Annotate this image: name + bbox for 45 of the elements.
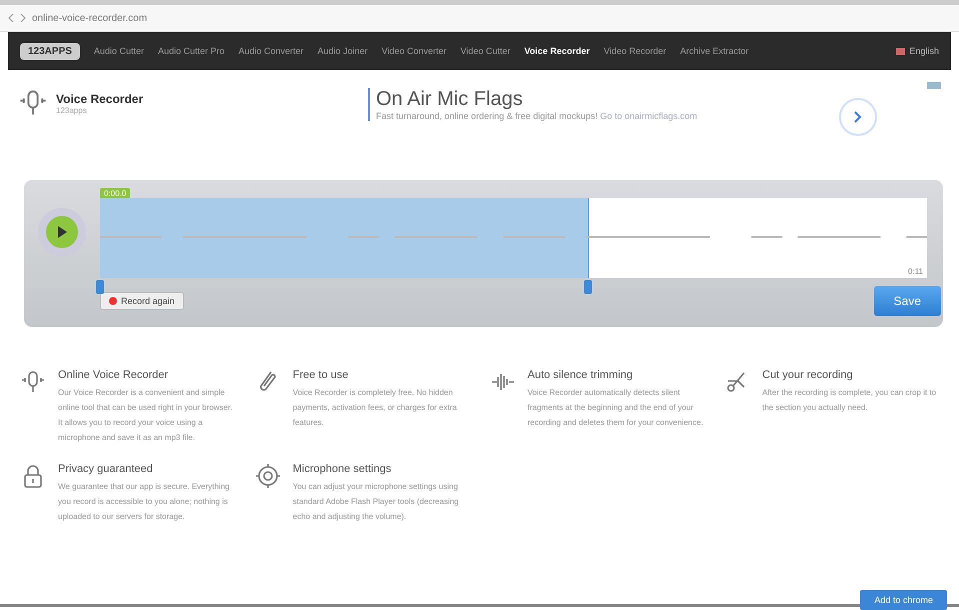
app-subtitle: 123apps	[56, 106, 88, 114]
ad-title[interactable]: On Air Mic Flags	[376, 88, 839, 111]
gear-icon	[254, 463, 281, 489]
duration-label: 0:11	[908, 267, 923, 276]
nav-link[interactable]: Voice Recorder	[524, 46, 590, 56]
feature-text: Our Voice Recorder is a convenient and simple online tool that can be used right in your browser. It allows you to record your voice using a microphone and save it as an mp3 file.	[58, 387, 234, 444]
url-field[interactable]: online-voice-recorder.com	[32, 12, 951, 24]
feature-title: Privacy guaranteed	[58, 463, 154, 475]
selection[interactable]	[100, 198, 589, 278]
chevron-icon	[854, 111, 862, 123]
nav-link[interactable]: Audio Cutter	[94, 46, 144, 56]
extension-button[interactable]: Add to chrome	[860, 590, 947, 610]
nav-link[interactable]: Video Cutter	[460, 46, 510, 56]
feature-text: Voice Recorder automatically detects silent fragments at the beginning and the end of your recording and deletes them for your convenience.	[528, 387, 704, 429]
position-label: 0:00.0	[100, 188, 130, 199]
save-button[interactable]: Save	[874, 286, 941, 316]
ad-text: Fast turnaround, online ordering & free digital mockups! Go to onairmicflags.com	[376, 111, 698, 121]
app-title: Voice Recorder	[56, 92, 144, 106]
feature-text: Voice Recorder is completely free. No hidden payments, activation fees, or charges for extra features.	[292, 387, 458, 429]
microphone-icon	[20, 369, 46, 395]
start-handle[interactable]	[96, 280, 104, 294]
nav-link[interactable]: Audio Converter	[238, 46, 304, 56]
play-button[interactable]	[38, 208, 86, 256]
nav-link[interactable]: Archive Extractor	[680, 46, 749, 56]
nav-link[interactable]: Video Recorder	[604, 46, 666, 56]
logo[interactable]: 123APPS	[20, 42, 80, 60]
feature-text: After the recording is complete, you can crop it to the section you actually need.	[762, 387, 938, 414]
nav-link[interactable]: Audio Joiner	[318, 46, 368, 56]
flag-icon	[896, 48, 906, 54]
nav-link[interactable]: Audio Cutter Pro	[158, 46, 224, 56]
forward-icon[interactable]	[20, 14, 26, 22]
back-icon[interactable]	[8, 14, 14, 22]
feature-text: You can adjust your microphone settings using standard Adobe Flash Player tools (decreasing echo and adjusting the volume).	[292, 481, 460, 523]
feature-title: Auto silence trimming	[528, 369, 634, 381]
next-button[interactable]	[839, 98, 877, 136]
language-selector[interactable]: English	[909, 46, 939, 56]
feature-title: Online Voice Recorder	[58, 369, 170, 381]
feature-title: Microphone settings	[292, 463, 392, 475]
record-again-button[interactable]: Record again	[100, 292, 184, 310]
feature-title: Cut your recording	[762, 369, 854, 381]
end-handle[interactable]	[584, 280, 592, 294]
nav-link[interactable]: Video Converter	[382, 46, 446, 56]
play-icon	[57, 226, 67, 238]
feature-title: Free to use	[292, 369, 350, 381]
feature-text: We guarantee that our app is secure. Everything you record is accessible to you alone; nothing is uploaded to our servers for storage.	[58, 481, 231, 523]
